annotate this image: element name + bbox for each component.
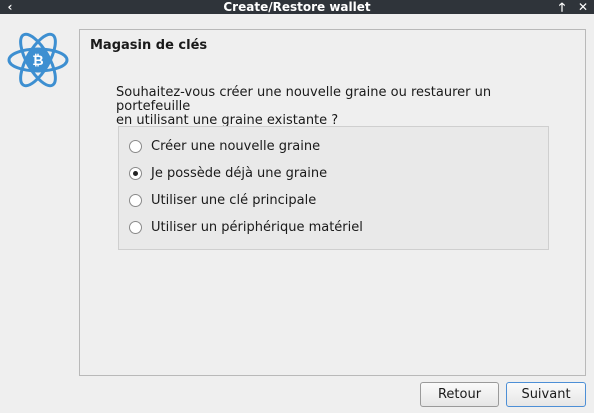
panel-title: Magasin de clés bbox=[90, 38, 208, 53]
option-label: Créer une nouvelle graine bbox=[151, 138, 321, 154]
option-have-seed[interactable]: Je possède déjà une graine bbox=[129, 164, 327, 182]
keep-above-icon[interactable]: 🡑 bbox=[554, 0, 570, 14]
radio-button[interactable] bbox=[129, 220, 142, 234]
keystore-panel: Magasin de clés Souhaitez-vous créer une… bbox=[79, 29, 586, 376]
question-text: Souhaitez-vous créer une nouvelle graine… bbox=[116, 86, 556, 128]
option-master-key[interactable]: Utiliser une clé principale bbox=[129, 191, 316, 209]
option-label: Utiliser un périphérique matériel bbox=[151, 219, 363, 235]
option-label: Je possède déjà une graine bbox=[151, 165, 328, 181]
seed-options-group: Créer une nouvelle graine Je possède déj… bbox=[118, 126, 549, 250]
option-create-seed[interactable]: Créer une nouvelle graine bbox=[129, 137, 320, 155]
back-button[interactable]: Retour bbox=[420, 382, 499, 407]
option-hardware-device[interactable]: Utiliser un périphérique matériel bbox=[129, 218, 363, 236]
window-menu-icon[interactable]: ‹ bbox=[2, 0, 18, 14]
title-bar: ‹ Create/Restore wallet 🡑 ✕ bbox=[0, 0, 594, 14]
radio-button[interactable] bbox=[129, 193, 142, 207]
next-button[interactable]: Suivant bbox=[506, 382, 586, 407]
close-icon[interactable]: ✕ bbox=[575, 0, 591, 14]
svg-text:₿: ₿ bbox=[32, 53, 43, 69]
question-line-1: Souhaitez-vous créer une nouvelle graine… bbox=[116, 85, 492, 114]
electrum-logo-icon: ₿ bbox=[7, 32, 69, 88]
window-title: Create/Restore wallet bbox=[223, 0, 371, 14]
radio-button[interactable] bbox=[129, 139, 142, 153]
radio-button-selected[interactable] bbox=[129, 166, 142, 180]
option-label: Utiliser une clé principale bbox=[151, 192, 317, 208]
